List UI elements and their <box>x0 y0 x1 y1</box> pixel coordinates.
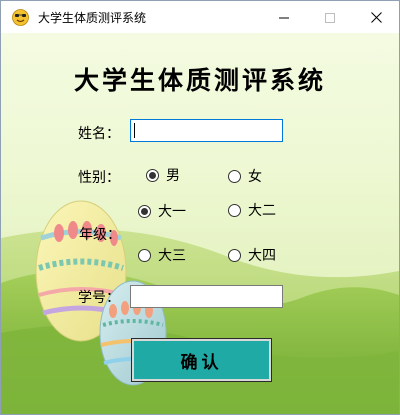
gender-option-label: 男 <box>166 168 180 184</box>
name-label: 姓名： <box>78 126 120 142</box>
confirm-button[interactable]: 确认 <box>131 338 272 382</box>
grade-option-4[interactable]: 大四 <box>228 246 276 264</box>
app-window: 大学生体质测评系统 大学生体质测评系统 姓名： 性别： 男 女 大一 大二 年级… <box>0 0 400 415</box>
radio-button[interactable] <box>228 169 241 183</box>
student-id-label: 学号： <box>78 290 120 306</box>
title-bar[interactable]: 大学生体质测评系统 <box>1 1 399 33</box>
page-title: 大学生体质测评系统 <box>73 66 326 95</box>
text-caret <box>134 123 135 138</box>
window-title: 大学生体质测评系统 <box>38 11 147 25</box>
close-button[interactable] <box>353 1 399 33</box>
grade-option-label: 大四 <box>248 248 276 264</box>
radio-button-checked[interactable] <box>146 168 159 182</box>
student-id-input[interactable] <box>130 285 283 308</box>
grade-option-label: 大三 <box>158 248 186 264</box>
form-area: 大学生体质测评系统 姓名： 性别： 男 女 大一 大二 年级： 大三 大四 学号… <box>1 33 399 414</box>
grade-option-1[interactable]: 大一 <box>138 202 186 220</box>
grade-option-3[interactable]: 大三 <box>138 246 186 264</box>
radio-button[interactable] <box>138 248 151 262</box>
grade-option-2[interactable]: 大二 <box>228 201 276 219</box>
radio-button[interactable] <box>228 203 241 217</box>
grade-option-label: 大一 <box>158 204 186 220</box>
gender-option-label: 女 <box>248 169 262 185</box>
smiley-face-icon <box>12 9 29 26</box>
grade-option-label: 大二 <box>248 203 276 219</box>
radio-button-checked[interactable] <box>138 204 151 218</box>
maximize-button[interactable] <box>307 1 353 33</box>
gender-option-male[interactable]: 男 <box>146 166 180 184</box>
grade-label: 年级： <box>79 227 121 243</box>
minimize-icon <box>279 8 289 27</box>
gender-label: 性别： <box>78 170 120 186</box>
radio-button[interactable] <box>228 248 241 262</box>
name-input[interactable] <box>130 119 283 142</box>
gender-option-female[interactable]: 女 <box>228 167 262 185</box>
minimize-button[interactable] <box>261 1 307 33</box>
close-icon <box>370 8 382 27</box>
maximize-icon <box>325 8 335 27</box>
